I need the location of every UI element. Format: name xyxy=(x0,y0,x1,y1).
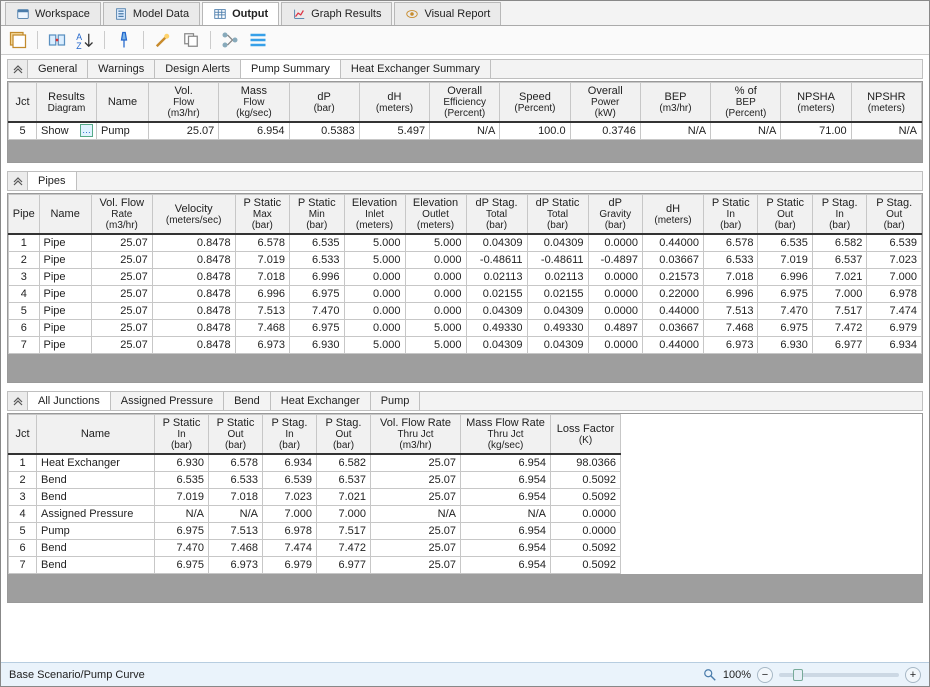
table-row[interactable]: 7Bend6.9756.9736.9796.97725.076.9540.509… xyxy=(9,556,621,573)
table-row[interactable]: 2Pipe25.070.84787.0196.5335.0000.000-0.4… xyxy=(9,251,922,268)
tab-output[interactable]: Output xyxy=(202,2,279,25)
pipes-tabstrip: Pipes xyxy=(7,171,923,191)
pin-button[interactable] xyxy=(113,29,135,51)
subtab-design-alerts[interactable]: Design Alerts xyxy=(155,60,241,78)
zoom-out-button[interactable]: − xyxy=(757,667,773,683)
subtab-heat-exchanger[interactable]: Heat Exchanger xyxy=(271,392,371,410)
subtab-all-junctions[interactable]: All Junctions xyxy=(28,392,111,410)
magnifier-icon xyxy=(703,668,717,682)
hierarchy-button[interactable] xyxy=(219,29,241,51)
table-row[interactable]: 7Pipe25.070.84786.9736.9305.0005.0000.04… xyxy=(9,336,922,353)
subtab-assigned-pressure[interactable]: Assigned Pressure xyxy=(111,392,224,410)
table-row[interactable]: 1Pipe25.070.84786.5786.5355.0005.0000.04… xyxy=(9,234,922,251)
zoom-in-button[interactable]: + xyxy=(905,667,921,683)
pipes-table: PipeNameVol. FlowRate(m3/hr)Velocity(met… xyxy=(8,194,922,354)
subtab-bend[interactable]: Bend xyxy=(224,392,271,410)
subtab-pipes[interactable]: Pipes xyxy=(28,172,77,190)
subtab-pump-summary[interactable]: Pump Summary xyxy=(241,60,341,78)
junctions-table: JctNameP StaticIn(bar)P StaticOut(bar)P … xyxy=(8,414,621,574)
summary-tabstrip: GeneralWarningsDesign AlertsPump Summary… xyxy=(7,59,923,79)
window-tabs: WorkspaceModel DataOutputGraph ResultsVi… xyxy=(1,1,929,26)
table-row[interactable]: 6Bend7.4707.4687.4747.47225.076.9540.509… xyxy=(9,539,621,556)
transfer-button[interactable] xyxy=(46,29,68,51)
collapse-icon[interactable] xyxy=(8,60,28,78)
table-row[interactable]: 4Pipe25.070.84786.9966.9750.0000.0000.02… xyxy=(9,285,922,302)
junctions-tabstrip: All JunctionsAssigned PressureBendHeat E… xyxy=(7,391,923,411)
collapse-icon[interactable] xyxy=(8,392,28,410)
table-row[interactable]: 6Pipe25.070.84787.4686.9750.0005.0000.49… xyxy=(9,319,922,336)
table-row[interactable]: 2Bend6.5356.5336.5396.53725.076.9540.509… xyxy=(9,471,621,488)
copy-button[interactable] xyxy=(180,29,202,51)
table-row[interactable]: 1Heat Exchanger6.9306.5786.9346.58225.07… xyxy=(9,454,621,471)
subtab-pump[interactable]: Pump xyxy=(371,392,421,410)
toolbar: AZ xyxy=(1,26,929,55)
rows-button[interactable] xyxy=(247,29,269,51)
zoom-label: 100% xyxy=(723,669,751,681)
table-row[interactable]: 3Bend7.0197.0187.0237.02125.076.9540.509… xyxy=(9,488,621,505)
tab-workspace[interactable]: Workspace xyxy=(5,2,101,25)
tab-model-data[interactable]: Model Data xyxy=(103,2,200,25)
tab-visual-report[interactable]: Visual Report xyxy=(394,2,501,25)
collapse-icon[interactable] xyxy=(8,172,28,190)
tab-graph-results[interactable]: Graph Results xyxy=(281,2,392,25)
wand-button[interactable] xyxy=(152,29,174,51)
sort-button[interactable]: AZ xyxy=(74,29,96,51)
table-row[interactable]: 5Show…Pump25.076.9540.53835.497N/A100.00… xyxy=(9,122,922,139)
subtab-general[interactable]: General xyxy=(28,60,88,78)
status-bar: Base Scenario/Pump Curve 100% − + xyxy=(1,662,929,686)
subtab-heat-exchanger-summary[interactable]: Heat Exchanger Summary xyxy=(341,60,491,78)
options-button[interactable] xyxy=(7,29,29,51)
scenario-label: Base Scenario/Pump Curve xyxy=(9,669,145,681)
table-row[interactable]: 4Assigned PressureN/AN/A7.0007.000N/AN/A… xyxy=(9,505,621,522)
zoom-slider[interactable] xyxy=(779,673,899,677)
table-row[interactable]: 5Pump6.9757.5136.9787.51725.076.9540.000… xyxy=(9,522,621,539)
svg-text:Z: Z xyxy=(76,41,82,50)
table-row[interactable]: 5Pipe25.070.84787.5137.4700.0000.0000.04… xyxy=(9,302,922,319)
subtab-warnings[interactable]: Warnings xyxy=(88,60,155,78)
pump-summary-table: JctResultsDiagramNameVol.Flow(m3/hr)Mass… xyxy=(8,82,922,140)
table-row[interactable]: 3Pipe25.070.84787.0186.9960.0000.0000.02… xyxy=(9,268,922,285)
